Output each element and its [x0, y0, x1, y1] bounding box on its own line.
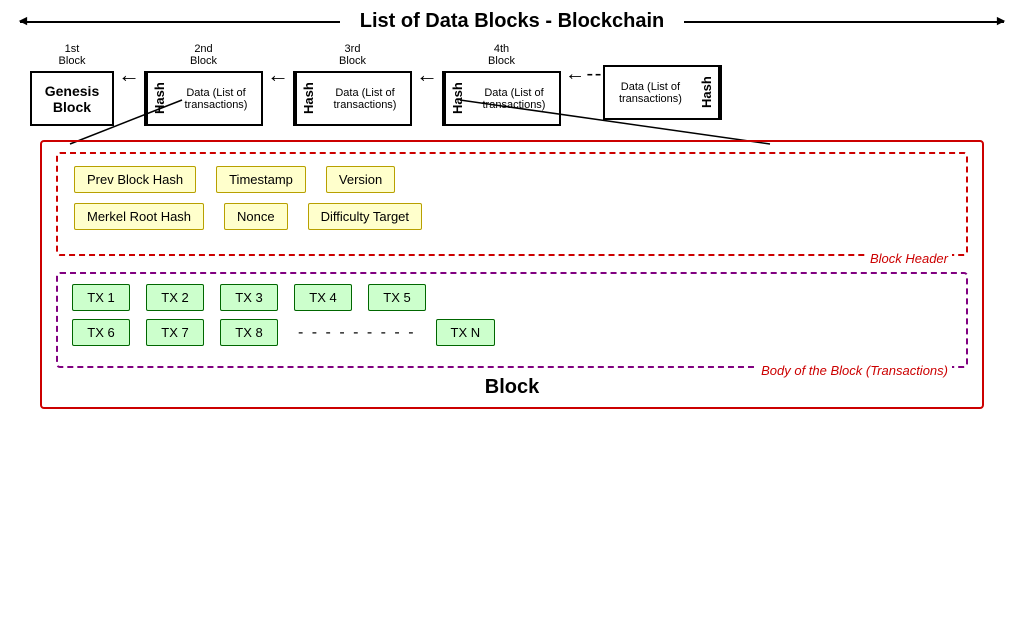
- tx-8: TX 8: [220, 319, 278, 346]
- block-4: 4thBlock Hash Data (List oftransactions): [442, 43, 561, 126]
- tx-2: TX 2: [146, 284, 204, 311]
- arrow-1-2: ←: [118, 62, 140, 88]
- block-2-data: Data (List oftransactions): [171, 73, 261, 124]
- block-body-section: TX 1 TX 2 TX 3 TX 4 TX 5 TX 6 TX 7 TX 8 …: [56, 272, 968, 368]
- blockchain-row: 1stBlock GenesisBlock ← 2ndBlock Hash Da…: [20, 43, 1004, 126]
- block-2: 2ndBlock Hash Data (List oftransactions): [144, 43, 263, 126]
- block-5-box: Data (List oftransactions) Hash: [603, 65, 722, 120]
- block-1-label: 1stBlock: [59, 43, 86, 67]
- block-3: 3rdBlock Hash Data (List oftransactions): [293, 43, 412, 126]
- arrow-2-3: ←: [267, 62, 289, 88]
- header-row-1: Prev Block Hash Timestamp Version: [74, 166, 950, 193]
- tx-grid: TX 1 TX 2 TX 3 TX 4 TX 5 TX 6 TX 7 TX 8 …: [72, 284, 952, 346]
- block-5-label: [661, 49, 664, 61]
- page-title: List of Data Blocks - Blockchain: [360, 10, 665, 33]
- tx-4: TX 4: [294, 284, 352, 311]
- block-header-label: Block Header: [866, 251, 952, 266]
- title-bar: ◄ List of Data Blocks - Blockchain ►: [20, 10, 1004, 33]
- field-difficulty-target: Difficulty Target: [308, 203, 422, 230]
- tx-3: TX 3: [220, 284, 278, 311]
- block-footer-label: Block: [56, 376, 968, 399]
- tx-6: TX 6: [72, 319, 130, 346]
- arrow-3-4: ←: [416, 62, 438, 88]
- block-4-label: 4thBlock: [488, 43, 515, 67]
- field-version: Version: [326, 166, 395, 193]
- field-nonce: Nonce: [224, 203, 288, 230]
- block-body-label: Body of the Block (Transactions): [757, 363, 952, 378]
- block-3-hash: Hash: [295, 73, 320, 124]
- tx-row-2: TX 6 TX 7 TX 8 - - - - - - - - - TX N: [72, 319, 952, 346]
- arrow-dashed: ← - -: [565, 63, 599, 86]
- block-5-data: Data (List oftransactions): [605, 67, 695, 118]
- block-5: Data (List oftransactions) Hash: [603, 49, 722, 120]
- block-3-data: Data (List oftransactions): [320, 73, 410, 124]
- page: ◄ List of Data Blocks - Blockchain ► 1st…: [0, 0, 1024, 636]
- block-header-section: Prev Block Hash Timestamp Version Merkel…: [56, 152, 968, 256]
- tx-row-1: TX 1 TX 2 TX 3 TX 4 TX 5: [72, 284, 952, 311]
- tx-7: TX 7: [146, 319, 204, 346]
- tx-n: TX N: [436, 319, 496, 346]
- tx-1: TX 1: [72, 284, 130, 311]
- block-1: 1stBlock GenesisBlock: [30, 43, 114, 126]
- tx-5: TX 5: [368, 284, 426, 311]
- genesis-text: GenesisBlock: [32, 73, 112, 124]
- header-row-2: Merkel Root Hash Nonce Difficulty Target: [74, 203, 950, 230]
- block-2-hash: Hash: [146, 73, 171, 124]
- field-merkel-root-hash: Merkel Root Hash: [74, 203, 204, 230]
- block-5-hash: Hash: [695, 67, 720, 118]
- block-2-label: 2ndBlock: [190, 43, 217, 67]
- block-1-box: GenesisBlock: [30, 71, 114, 126]
- tx-dashed-separator: - - - - - - - - -: [298, 324, 416, 342]
- detail-container: Prev Block Hash Timestamp Version Merkel…: [40, 140, 984, 409]
- block-4-box: Hash Data (List oftransactions): [442, 71, 561, 126]
- block-3-label: 3rdBlock: [339, 43, 366, 67]
- block-4-hash: Hash: [444, 73, 469, 124]
- block-2-box: Hash Data (List oftransactions): [144, 71, 263, 126]
- field-timestamp: Timestamp: [216, 166, 306, 193]
- block-4-data: Data (List oftransactions): [469, 73, 559, 124]
- block-3-box: Hash Data (List oftransactions): [293, 71, 412, 126]
- field-prev-block-hash: Prev Block Hash: [74, 166, 196, 193]
